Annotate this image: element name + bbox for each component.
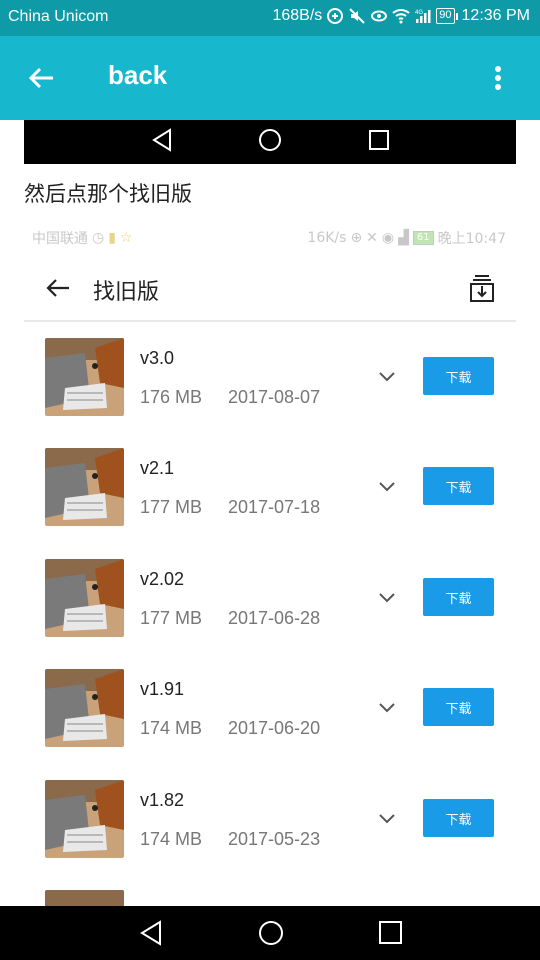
download-button[interactable]: 下载 — [423, 799, 494, 837]
eye-comfort-icon: ◉ — [381, 230, 395, 246]
app-notification-icon: ▮ — [108, 230, 116, 246]
arrow-left-icon[interactable] — [44, 274, 72, 302]
download-button[interactable]: 下载 — [423, 357, 494, 395]
list-item[interactable]: v1.91 174 MB 2017-06-20 下载 — [24, 653, 516, 763]
recents-square-icon[interactable] — [376, 918, 406, 948]
version-date: 2017-06-20 — [228, 718, 321, 738]
download-tray-icon[interactable] — [468, 274, 496, 304]
status-icons: 168B/s 4G 90 12:36 PM — [272, 7, 530, 25]
version-name: v1.91 — [140, 679, 185, 699]
list-item[interactable]: v3.0 176 MB 2017-08-07 下载 — [24, 322, 516, 432]
version-name: v1.82 — [140, 790, 185, 810]
old-versions-header: 找旧版 — [24, 256, 516, 322]
version-size: 174 MB — [140, 829, 203, 849]
embedded-status-bar: 中国联通 ◷ ▮ ☆ 16K/s ⊕ ✕ ◉ ▟ 61 晚上10:47 — [24, 224, 516, 250]
app-thumbnail — [45, 559, 124, 637]
home-circle-icon — [259, 129, 281, 151]
mute-icon: ✕ — [366, 230, 378, 246]
network-speed: 168B/s — [272, 7, 323, 24]
svg-text:4G: 4G — [415, 10, 423, 16]
data-saver-icon — [327, 8, 344, 24]
version-date: 2017-06-28 — [228, 608, 321, 628]
old-versions-title: 找旧版 — [93, 280, 160, 305]
clock-icon: ◷ — [92, 230, 105, 246]
version-date: 2017-07-18 — [228, 497, 321, 517]
more-vertical-icon[interactable] — [482, 62, 514, 94]
version-date: 2017-08-07 — [228, 387, 321, 407]
eye-comfort-icon — [371, 10, 388, 22]
back-triangle-icon[interactable] — [136, 918, 166, 948]
status-bar: China Unicom 168B/s 4G 90 12:36 PM — [0, 0, 540, 36]
star-icon: ☆ — [119, 230, 133, 246]
page-title[interactable]: back — [108, 60, 167, 91]
download-button[interactable]: 下载 — [423, 578, 494, 616]
battery-indicator: 90 — [436, 8, 458, 24]
version-size: 177 MB — [140, 608, 203, 628]
carrier-name: China Unicom — [8, 8, 109, 25]
wifi-icon — [392, 9, 410, 24]
app-thumbnail — [45, 669, 124, 747]
embedded-carrier: 中国联通 — [32, 231, 88, 247]
post-caption: 然后点那个找旧版 — [24, 182, 192, 206]
list-item-partial[interactable] — [24, 874, 516, 906]
version-size: 174 MB — [140, 718, 203, 738]
app-thumbnail — [45, 448, 124, 526]
app-bar: back — [0, 36, 540, 120]
embedded-navbar-image — [24, 120, 516, 164]
version-size: 177 MB — [140, 497, 203, 517]
app-thumbnail — [45, 780, 124, 858]
download-button[interactable]: 下载 — [423, 688, 494, 726]
list-item[interactable]: v1.82 174 MB 2017-05-23 下载 — [24, 764, 516, 874]
home-circle-icon[interactable] — [256, 918, 286, 948]
signal-icon: 4G — [415, 10, 431, 23]
chevron-down-icon[interactable] — [377, 808, 397, 828]
version-name: v2.1 — [140, 458, 175, 478]
app-thumbnail — [45, 890, 124, 906]
version-name: v3.0 — [140, 348, 175, 368]
signal-icon: ▟ — [398, 230, 409, 246]
chevron-down-icon[interactable] — [377, 476, 397, 496]
arrow-left-icon[interactable] — [26, 62, 58, 94]
version-name: v2.02 — [140, 569, 185, 589]
embedded-speed: 16K/s — [307, 230, 347, 246]
download-button[interactable]: 下载 — [423, 467, 494, 505]
version-date: 2017-05-23 — [228, 829, 321, 849]
mute-icon — [349, 8, 365, 24]
chevron-down-icon[interactable] — [377, 697, 397, 717]
list-item[interactable]: v2.1 177 MB 2017-07-18 下载 — [24, 432, 516, 542]
embedded-clock: 晚上10:47 — [437, 231, 506, 247]
embedded-battery: 61 — [412, 231, 434, 245]
recents-square-icon — [369, 130, 389, 150]
clock: 12:36 PM — [461, 7, 530, 24]
list-item[interactable]: v2.02 177 MB 2017-06-28 下载 — [24, 543, 516, 653]
data-saver-icon: ⊕ — [350, 230, 363, 246]
version-size: 176 MB — [140, 387, 203, 407]
battery-level: 90 — [436, 8, 455, 24]
version-list: v3.0 176 MB 2017-08-07 下载 v2.1 177 MB 20… — [24, 322, 516, 906]
chevron-down-icon[interactable] — [377, 587, 397, 607]
app-thumbnail — [45, 338, 124, 416]
chevron-down-icon[interactable] — [377, 366, 397, 386]
back-triangle-icon — [152, 128, 171, 152]
system-nav-bar — [0, 906, 540, 960]
